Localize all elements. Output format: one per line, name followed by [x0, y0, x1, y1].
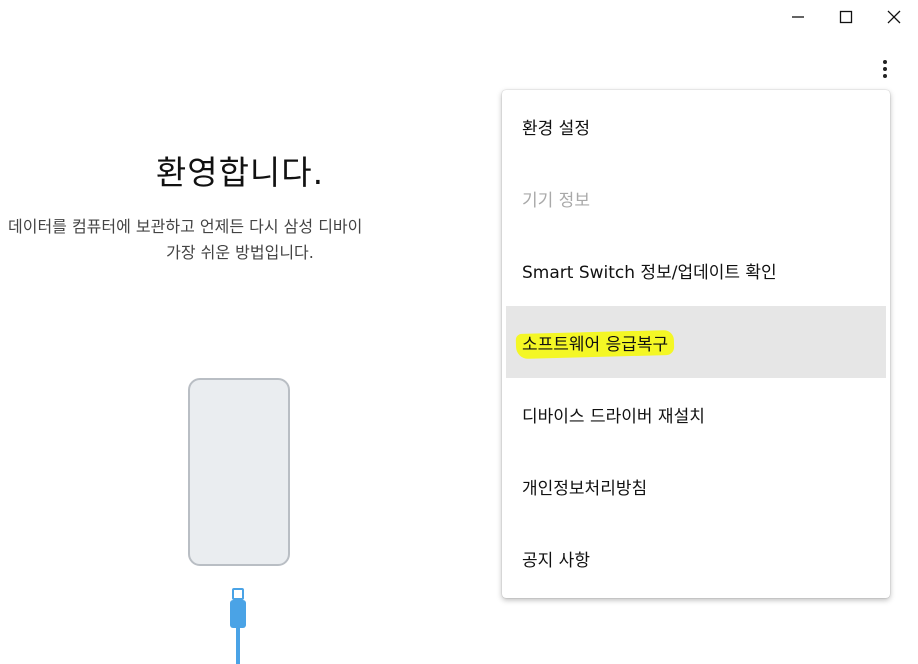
usb-plug-icon — [232, 588, 244, 600]
more-options-icon[interactable] — [878, 56, 892, 82]
window-controls — [774, 0, 918, 34]
usb-cable-wire — [236, 628, 240, 664]
kebab-dot — [883, 74, 887, 78]
menu-item-label: Smart Switch 정보/업데이트 확인 — [522, 262, 777, 283]
menu-item-label: 환경 설정 — [522, 118, 590, 139]
minimize-button[interactable] — [774, 0, 822, 34]
phone-illustration — [188, 378, 290, 566]
highlight-mark: 소프트웨어 응급복구 — [522, 328, 668, 357]
menu-item-label: 디바이스 드라이버 재설치 — [522, 406, 705, 427]
menu-item-label: 기기 정보 — [522, 190, 590, 211]
menu-item-label: 공지 사항 — [522, 550, 590, 571]
kebab-dot — [883, 67, 887, 71]
kebab-dot — [883, 60, 887, 64]
menu-item-device-info: 기기 정보 — [502, 162, 890, 234]
maximize-icon — [839, 10, 853, 24]
welcome-description: 데이터를 컴퓨터에 보관하고 언제든 다시 삼성 디바이 가장 쉬운 방법입니다… — [0, 214, 500, 266]
menu-list: 환경 설정 기기 정보 Smart Switch 정보/업데이트 확인 소프트웨… — [502, 90, 890, 594]
close-icon — [887, 10, 901, 24]
menu-item-reinstall-driver[interactable]: 디바이스 드라이버 재설치 — [502, 378, 890, 450]
maximize-button[interactable] — [822, 0, 870, 34]
context-menu: 환경 설정 기기 정보 Smart Switch 정보/업데이트 확인 소프트웨… — [502, 90, 890, 598]
page-title: 환영합니다. — [155, 153, 325, 192]
menu-item-label: 소프트웨어 응급복구 — [522, 334, 669, 355]
usb-cable-head — [230, 600, 246, 628]
app-window: 환영합니다. 데이터를 컴퓨터에 보관하고 언제든 다시 삼성 디바이 가장 쉬… — [0, 0, 918, 664]
menu-item-smart-switch-info[interactable]: Smart Switch 정보/업데이트 확인 — [502, 234, 890, 306]
menu-item-notices[interactable]: 공지 사항 — [502, 522, 890, 594]
description-line-2: 가장 쉬운 방법입니다. — [166, 243, 314, 262]
menu-item-privacy-policy[interactable]: 개인정보처리방침 — [502, 450, 890, 522]
description-line-1: 데이터를 컴퓨터에 보관하고 언제든 다시 삼성 디바이 — [8, 217, 363, 236]
menu-item-label: 개인정보처리방침 — [522, 478, 648, 499]
minimize-icon — [792, 16, 804, 18]
close-button[interactable] — [870, 0, 918, 34]
menu-item-emergency-recovery[interactable]: 소프트웨어 응급복구 — [506, 306, 886, 378]
menu-item-settings[interactable]: 환경 설정 — [502, 90, 890, 162]
